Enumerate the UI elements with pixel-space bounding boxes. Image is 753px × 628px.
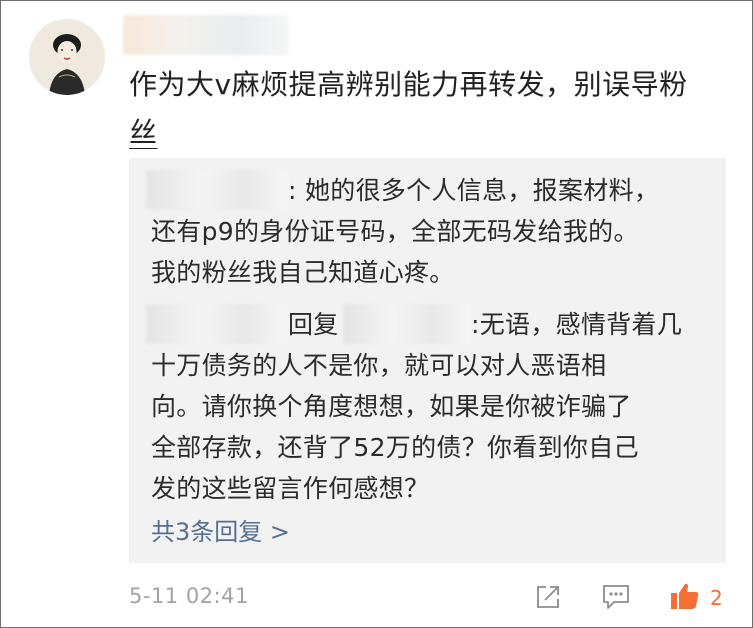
- reply-target-username-blurred[interactable]: [343, 304, 471, 344]
- thumbs-up-icon[interactable]: [669, 581, 701, 615]
- reply-1-line-1: : 她的很多个人信息，报案材料，: [288, 176, 660, 205]
- reply-2-line-3: 向。请你换个角度想想，如果是你被诈骗了: [151, 392, 632, 421]
- share-icon[interactable]: [535, 584, 561, 614]
- username-blurred[interactable]: [123, 15, 289, 55]
- comment-icon[interactable]: [602, 584, 630, 614]
- comment-text: 作为大v麻烦提高辨别能力再转发，别误导粉 丝: [129, 61, 729, 157]
- reply-box: : 她的很多个人信息，报案材料， 还有p9的身份证号码，全部无码发给我的。 我的…: [129, 158, 726, 563]
- reply-username-blurred[interactable]: [146, 170, 288, 210]
- reply-2-line-1: :无语，感情背着几: [471, 310, 683, 339]
- comment-card: 作为大v麻烦提高辨别能力再转发，别误导粉 丝 : 她的很多个人信息，报案材料， …: [0, 0, 753, 628]
- comment-text-line-1: 作为大v麻烦提高辨别能力再转发，别误导粉: [129, 68, 688, 101]
- reply-2-username-blurred[interactable]: [146, 304, 288, 344]
- avatar[interactable]: [29, 19, 105, 95]
- view-all-replies-link[interactable]: 共3条回复 >: [151, 512, 290, 547]
- reply-2-line-5: 发的这些留言作何感想？: [151, 474, 430, 503]
- like-count: 2: [710, 586, 723, 610]
- comment-timestamp: 5-11 02:41: [129, 584, 249, 608]
- reply-word: 回复: [288, 310, 339, 339]
- reply-1-line-2: 还有p9的身份证号码，全部无码发给我的。: [151, 217, 639, 246]
- reply-2-line-4: 全部存款，还背了52万的债？你看到你自己: [151, 433, 639, 462]
- reply-1-line-3: 我的粉丝我自己知道心疼。: [151, 258, 455, 287]
- reply-2-line-2: 十万债务的人不是你，就可以对人恶语相: [151, 351, 607, 380]
- comment-text-line-2: 丝: [129, 116, 158, 149]
